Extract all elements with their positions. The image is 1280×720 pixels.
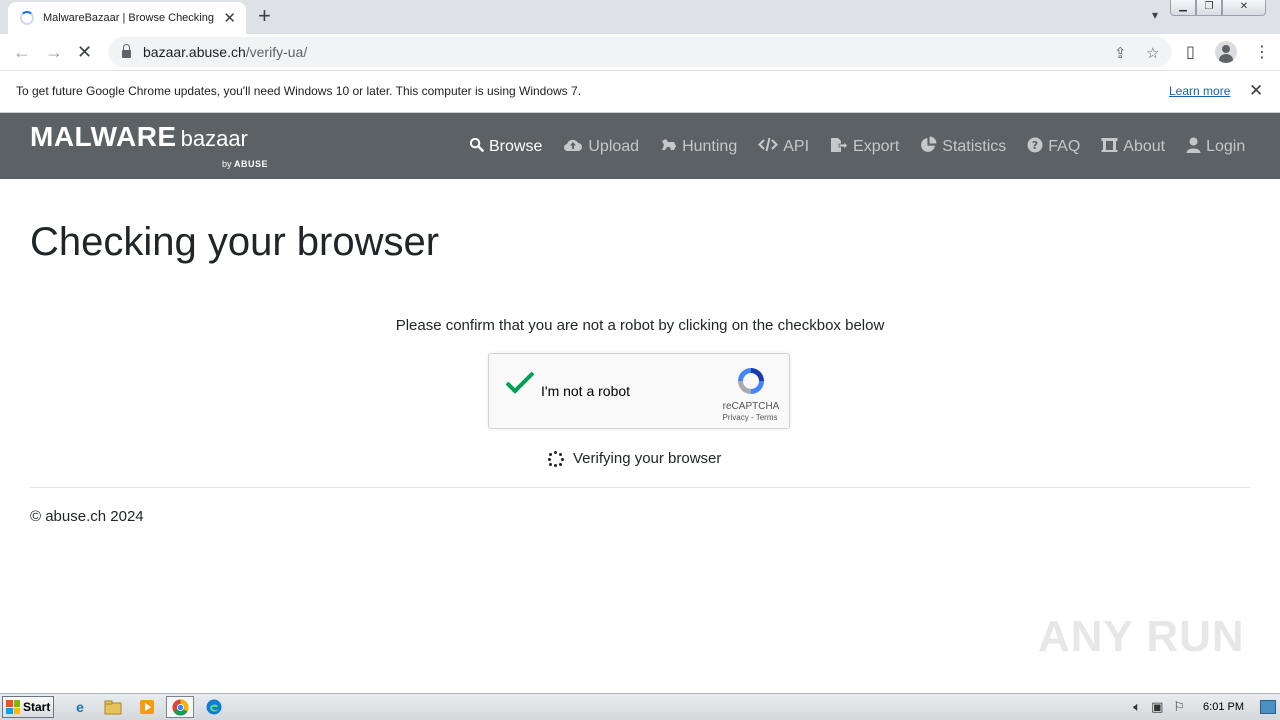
close-tab-icon[interactable]: ✕	[223, 9, 236, 27]
recaptcha-privacy-terms[interactable]: Privacy - Terms	[715, 413, 785, 422]
update-infobar: To get future Google Chrome updates, you…	[0, 72, 1280, 113]
system-clock[interactable]: 6:01 PM	[1203, 701, 1244, 713]
nav-export[interactable]: Export	[830, 136, 899, 157]
menu-kebab-icon[interactable]: ⋮	[1254, 42, 1270, 62]
copyright: © abuse.ch 2024	[30, 508, 144, 525]
windows-logo-icon	[6, 700, 20, 714]
close-window-button[interactable]: ✕	[1222, 0, 1266, 16]
profile-avatar-icon[interactable]	[1215, 41, 1237, 63]
nav-upload[interactable]: Upload	[563, 136, 639, 157]
question-icon: ?	[1027, 137, 1043, 157]
malware-bazaar-logo[interactable]: MALWARE bazaar by ABUSE	[30, 121, 268, 169]
nav-upload-label: Upload	[588, 137, 640, 155]
address-bar[interactable]: bazaar.abuse.ch/verify-ua/ ⇪ ☆	[108, 37, 1172, 67]
file-explorer-icon[interactable]	[99, 696, 127, 718]
anyrun-watermark: ANY RUN	[1038, 612, 1245, 661]
restore-button[interactable]: ❐	[1196, 0, 1222, 16]
export-icon	[830, 137, 849, 157]
stop-loading-icon[interactable]: ✕	[77, 42, 92, 62]
loading-spinner-icon	[548, 450, 564, 467]
infobar-close-icon[interactable]: ✕	[1249, 81, 1263, 101]
nav-api-label: API	[783, 137, 810, 155]
show-desktop-icon[interactable]	[1260, 700, 1276, 714]
nav-about-label: About	[1123, 137, 1166, 155]
verification-status: Verifying your browser	[548, 450, 721, 467]
footer-divider	[30, 487, 1250, 488]
nav-login-label: Login	[1206, 137, 1246, 155]
nav-statistics[interactable]: Statistics	[920, 136, 1006, 157]
infobar-message: To get future Google Chrome updates, you…	[16, 84, 582, 98]
system-tray: 🔈︎ ▣ ⚐ 6:01 PM	[1133, 694, 1280, 720]
url-path: /verify-ua/	[245, 44, 308, 60]
main-menu: Browse Upload Hunting API Export Statist…	[469, 136, 1266, 157]
network-icon[interactable]: ▣	[1151, 699, 1163, 715]
start-label: Start	[23, 700, 51, 714]
learn-more-link[interactable]: Learn more	[1169, 84, 1230, 98]
nav-faq[interactable]: ? FAQ	[1027, 136, 1080, 157]
nav-hunting-label: Hunting	[682, 137, 738, 155]
back-arrow-icon[interactable]: ←	[13, 42, 31, 62]
nav-about[interactable]: About	[1101, 136, 1165, 157]
code-icon	[758, 137, 779, 156]
browser-toolbar: ← → ✕ bazaar.abuse.ch/verify-ua/ ⇪ ☆ ▯ ⋮	[0, 34, 1280, 71]
user-icon	[1186, 137, 1201, 157]
edge-icon[interactable]	[200, 696, 228, 718]
nav-browse-label: Browse	[489, 137, 543, 155]
url-host: bazaar.abuse.ch	[143, 44, 246, 60]
lock-icon[interactable]	[122, 44, 131, 58]
tab-title: MalwareBazaar | Browse Checking y	[43, 12, 218, 24]
new-tab-button[interactable]: +	[258, 5, 271, 27]
checkmark-icon[interactable]	[505, 370, 535, 402]
tab-strip: MalwareBazaar | Browse Checking y ✕ + ▾ …	[0, 0, 1280, 34]
media-player-icon[interactable]	[133, 696, 161, 718]
volume-icon[interactable]: 🔈︎	[1133, 699, 1141, 715]
minimize-button[interactable]: ▁	[1170, 0, 1196, 16]
bank-icon	[1101, 137, 1118, 157]
nav-login[interactable]: Login	[1186, 136, 1245, 157]
tab-search-chevron-icon[interactable]: ▾	[1152, 8, 1158, 22]
verification-status-text: Verifying your browser	[573, 450, 722, 467]
side-panel-icon[interactable]: ▯	[1186, 42, 1195, 62]
nav-browse[interactable]: Browse	[469, 136, 542, 157]
search-icon	[469, 137, 484, 156]
captcha-instruction: Please confirm that you are not a robot …	[395, 317, 885, 334]
nav-faq-label: FAQ	[1048, 137, 1081, 155]
share-icon[interactable]: ⇪	[1114, 44, 1127, 62]
chrome-icon[interactable]	[166, 696, 194, 718]
action-center-flag-icon[interactable]: ⚐	[1173, 699, 1185, 715]
nav-export-label: Export	[853, 137, 900, 155]
nav-hunting[interactable]: Hunting	[660, 136, 737, 157]
loading-spinner-icon	[20, 11, 34, 25]
recaptcha-brand: reCAPTCHA	[722, 401, 780, 412]
cloud-upload-icon	[563, 137, 583, 156]
forward-arrow-icon[interactable]: →	[45, 42, 63, 62]
site-navbar: MALWARE bazaar by ABUSE Browse Upload Hun…	[0, 113, 1280, 179]
bookmark-star-icon[interactable]: ☆	[1146, 44, 1159, 62]
logo-main-text: MALWARE	[30, 121, 177, 152]
windows-taskbar: Start e 🔈︎ ▣ ⚐ 6:01 PM	[0, 693, 1280, 720]
logo-sub-text: bazaar	[180, 126, 248, 151]
nav-api[interactable]: API	[758, 136, 809, 157]
browser-tab[interactable]: MalwareBazaar | Browse Checking y ✕	[8, 2, 246, 34]
recaptcha-widget[interactable]: I'm not a robot reCAPTCHA Privacy - Term…	[488, 353, 790, 429]
internet-explorer-icon[interactable]: e	[66, 696, 94, 718]
captcha-label: I'm not a robot	[541, 383, 631, 399]
nav-statistics-label: Statistics	[942, 137, 1007, 155]
svg-text:?: ?	[1032, 139, 1038, 152]
recaptcha-logo-icon	[735, 365, 767, 397]
page-title: Checking your browser	[30, 220, 440, 264]
logo-byline: by ABUSE	[222, 159, 268, 169]
hunting-icon	[660, 137, 677, 156]
window-controls: ▁ ❐ ✕	[1170, 0, 1266, 16]
logo-brand-text: ABUSE	[234, 159, 269, 169]
pie-chart-icon	[920, 136, 937, 157]
logo-by-text: by	[222, 159, 232, 169]
start-button[interactable]: Start	[2, 696, 54, 718]
